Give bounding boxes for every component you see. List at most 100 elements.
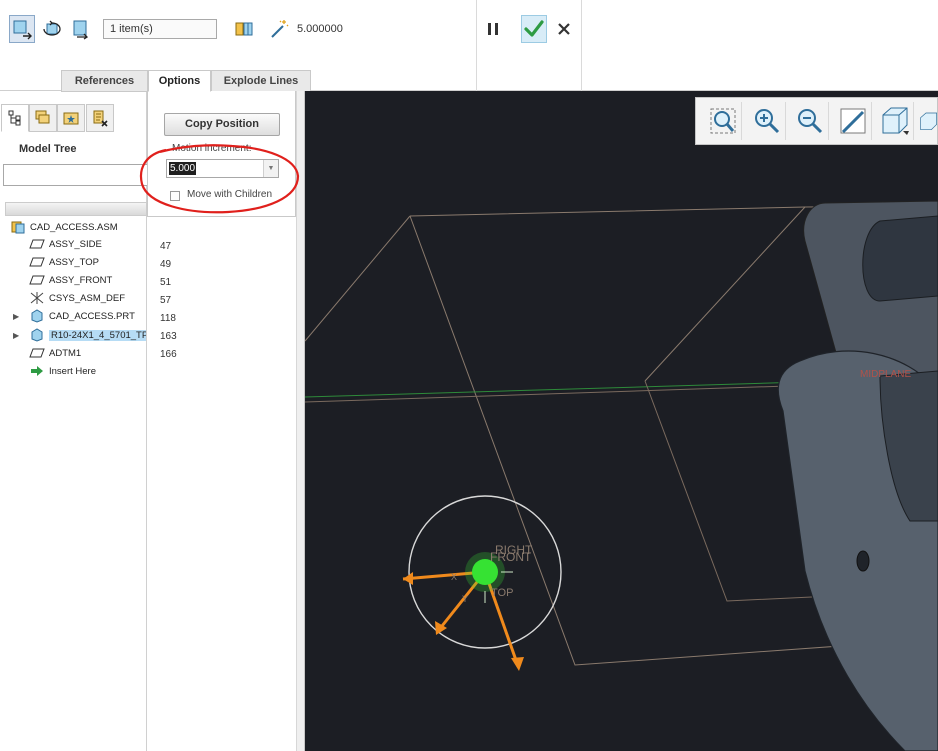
part-icon bbox=[29, 328, 45, 342]
drag-plane-button[interactable] bbox=[67, 15, 93, 43]
pause-icon bbox=[488, 23, 498, 35]
tree-item-part-selected[interactable]: R10-24X1_4_5701_TP_ bbox=[29, 327, 146, 343]
id-value: 166 bbox=[160, 349, 177, 360]
tree-item-label: CAD_ACCESS.ASM bbox=[30, 221, 118, 233]
expand-arrow-icon[interactable]: ▶ bbox=[13, 312, 19, 321]
explode-state-button[interactable] bbox=[231, 15, 257, 43]
accept-button[interactable] bbox=[521, 15, 547, 43]
star-folder-icon bbox=[63, 112, 79, 125]
tree-item-label: ASSY_TOP bbox=[49, 256, 99, 268]
coordinate-system-icon bbox=[29, 291, 45, 305]
tree-icon bbox=[8, 110, 21, 126]
display-style-button[interactable] bbox=[918, 102, 938, 140]
part-icon bbox=[29, 309, 45, 323]
csys-label-y: Y bbox=[462, 594, 468, 604]
id-value: 49 bbox=[160, 259, 172, 270]
cancel-button[interactable] bbox=[551, 15, 577, 43]
move-with-children-checkbox[interactable] bbox=[170, 191, 180, 201]
tree-item-label: CSYS_ASM_DEF bbox=[49, 292, 126, 304]
layers-icon bbox=[35, 110, 50, 124]
zoom-in-button[interactable] bbox=[748, 102, 786, 140]
tree-item-insert-here[interactable]: Insert Here bbox=[29, 363, 96, 379]
selected-items-field[interactable]: 1 item(s) bbox=[103, 19, 217, 39]
magic-wand-icon bbox=[271, 20, 289, 38]
tree-item-csys[interactable]: CSYS_ASM_DEF bbox=[29, 290, 125, 306]
datum-plane-icon bbox=[29, 346, 45, 360]
zoom-out-button[interactable] bbox=[791, 102, 829, 140]
tree-item-datum[interactable]: ASSY_FRONT bbox=[29, 272, 112, 288]
model-tree-panel: Model Tree bbox=[0, 92, 149, 751]
tree-item-label: ASSY_FRONT bbox=[49, 274, 113, 286]
tab-explode-lines[interactable]: Explode Lines bbox=[211, 70, 311, 92]
tree-item-datum[interactable]: ADTM1 bbox=[29, 345, 81, 361]
ribbon-separator bbox=[476, 0, 477, 91]
tab-options[interactable]: Options bbox=[148, 70, 211, 92]
id-value: 163 bbox=[160, 331, 177, 342]
zoom-in-icon bbox=[754, 109, 779, 134]
checkmark-icon bbox=[524, 20, 544, 37]
graphics-viewport[interactable]: RIGHT FRONT TOP X Y MIDPLANE bbox=[305, 91, 938, 751]
tree-item-label: ADTM1 bbox=[49, 347, 82, 359]
tree-item-label: ASSY_SIDE bbox=[49, 238, 102, 250]
motion-increment-combo[interactable]: 5.000 ▼ bbox=[166, 159, 279, 178]
rotate-icon bbox=[43, 20, 61, 36]
view-toolbar bbox=[695, 97, 938, 145]
tab-model-tree[interactable] bbox=[1, 104, 29, 132]
cube-view-icon bbox=[882, 107, 909, 135]
panel-splitter[interactable] bbox=[296, 91, 305, 751]
options-panel: Copy Position Motion increment: 5.000 ▼ … bbox=[147, 91, 296, 217]
datum-plane-icon bbox=[29, 255, 45, 269]
id-value: 51 bbox=[160, 277, 172, 288]
motion-increment-label: Motion increment: bbox=[172, 143, 252, 154]
tree-item-asm[interactable]: CAD_ACCESS.ASM bbox=[10, 219, 118, 235]
tab-favorites[interactable] bbox=[57, 104, 85, 132]
tab-properties[interactable] bbox=[86, 104, 114, 132]
expand-arrow-icon[interactable]: ▶ bbox=[13, 331, 19, 340]
plane-move-icon bbox=[73, 20, 89, 40]
tree-item-label: Insert Here bbox=[49, 365, 96, 377]
chevron-down-icon[interactable]: ▼ bbox=[263, 160, 278, 177]
tree-item-part[interactable]: CAD_ACCESS.PRT bbox=[29, 308, 135, 324]
csys-label-x: X bbox=[451, 572, 457, 582]
tab-references[interactable]: References bbox=[61, 70, 148, 92]
translate-icon bbox=[13, 20, 32, 40]
toggle-explode-button[interactable] bbox=[266, 15, 292, 43]
green-arrow-icon bbox=[29, 364, 45, 378]
tree-filter-input[interactable] bbox=[3, 164, 149, 186]
tree-item-datum[interactable]: ASSY_SIDE bbox=[29, 236, 102, 252]
assembly-icon bbox=[10, 220, 26, 234]
copy-position-button[interactable]: Copy Position bbox=[164, 113, 280, 136]
model-tree-title: Model Tree bbox=[19, 143, 77, 155]
drag-rotate-button[interactable] bbox=[39, 15, 65, 43]
display-style-icon bbox=[920, 112, 937, 130]
repaint-button[interactable] bbox=[834, 102, 872, 140]
drag-translate-button[interactable] bbox=[9, 15, 35, 43]
id-value: 47 bbox=[160, 241, 172, 252]
tree-item-label: R10-24X1_4_5701_TP_ bbox=[49, 329, 146, 341]
model-3d-view: RIGHT FRONT TOP X Y MIDPLANE bbox=[305, 200, 938, 751]
ribbon-separator-end bbox=[581, 0, 582, 91]
saved-orientations-button[interactable] bbox=[876, 102, 914, 140]
move-with-children-label: Move with Children bbox=[187, 189, 273, 200]
id-value: 118 bbox=[160, 313, 176, 324]
pause-button[interactable] bbox=[480, 15, 506, 43]
datum-plane-icon bbox=[29, 273, 45, 287]
explode-state-icon bbox=[235, 22, 253, 36]
refit-button[interactable] bbox=[704, 102, 742, 140]
datum-label-front: FRONT bbox=[490, 550, 532, 564]
zoom-fit-icon bbox=[710, 108, 735, 134]
tree-item-label: CAD_ACCESS.PRT bbox=[49, 310, 135, 322]
tab-layers[interactable] bbox=[29, 104, 57, 132]
tree-item-datum[interactable]: ASSY_TOP bbox=[29, 254, 99, 270]
repaint-icon bbox=[840, 108, 865, 134]
document-tools-icon bbox=[93, 110, 108, 127]
datum-plane-icon bbox=[29, 237, 45, 251]
close-icon bbox=[558, 23, 570, 35]
tree-column-header[interactable] bbox=[5, 202, 147, 216]
datum-label-top: TOP bbox=[491, 587, 513, 599]
increment-value-display: 5.000000 bbox=[297, 23, 343, 35]
datum-label-part: MIDPLANE bbox=[860, 369, 911, 380]
id-value: 57 bbox=[160, 295, 172, 306]
motion-increment-value[interactable]: 5.000 bbox=[169, 162, 197, 175]
zoom-out-icon bbox=[797, 109, 822, 134]
